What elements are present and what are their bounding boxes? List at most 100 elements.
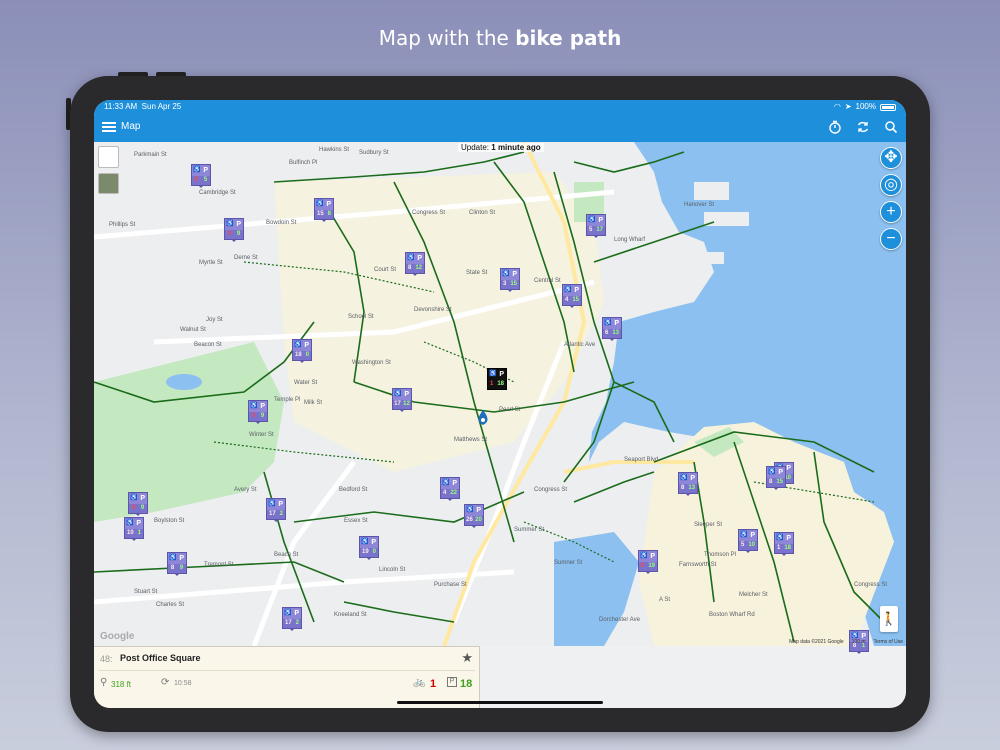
street-label: Congress St [534, 487, 568, 493]
street-label: Derne St [234, 255, 258, 261]
battery-icon [880, 103, 896, 111]
pegman-icon[interactable]: 🚶 [880, 606, 898, 632]
street-label: Washington St [352, 360, 391, 366]
app-bar: Map [94, 114, 906, 142]
street-label: A St [659, 597, 671, 603]
station-marker[interactable]: P613 [602, 317, 622, 341]
station-marker[interactable]: P315 [500, 268, 520, 292]
station-marker[interactable]: P815 [766, 466, 786, 490]
bike-icon: 🚲 [413, 677, 426, 688]
street-label: Dorchester Ave [599, 617, 640, 623]
street-label: Sleeper St [694, 522, 723, 528]
street-label: Bedford St [339, 487, 368, 493]
street-label: Matthews St [454, 437, 488, 443]
street-label: Long Wharf [614, 237, 646, 243]
search-icon[interactable] [884, 120, 898, 134]
street-label: Court St [374, 267, 397, 273]
street-label: Myrtle St [199, 260, 223, 266]
station-marker[interactable]: P517 [586, 214, 606, 238]
street-label: Congress St [412, 210, 446, 216]
street-label: Walnut St [180, 327, 206, 333]
station-marker[interactable]: P09 [224, 218, 244, 242]
parking-icon: P [447, 677, 457, 687]
street-label: Milk St [304, 400, 322, 406]
street-label: Bulfinch Pl [289, 160, 318, 166]
station-name: Post Office Square [120, 653, 201, 663]
station-marker[interactable]: P158 [314, 198, 334, 222]
app-screen: 11:33 AM Sun Apr 25 ◠ ➤ 100% Map Update:… [94, 100, 906, 708]
street-label: Boston Wharf Rd [709, 612, 755, 618]
station-marker[interactable]: P813 [678, 472, 698, 496]
headline-prefix: Map with the [378, 26, 516, 50]
street-label: Winter St [249, 432, 274, 438]
map-pin-icon: ⚲ [100, 677, 108, 688]
street-label: Sudbury St [359, 150, 389, 156]
street-label: Congress St [854, 582, 888, 588]
station-marker[interactable]: P2620 [464, 504, 484, 528]
my-location-icon[interactable]: ◎ [880, 174, 902, 196]
map-attribution: Map data ©2021 Google 100 m Terms of Use [789, 639, 903, 645]
street-label: Farnsworth St [679, 562, 717, 568]
station-marker[interactable]: P415 [562, 284, 582, 308]
station-number: 48: [100, 654, 113, 664]
menu-icon[interactable] [102, 120, 116, 134]
headline: Map with the bike path [0, 26, 1000, 50]
station-marker[interactable]: P510 [738, 529, 758, 553]
bike-layer-button[interactable] [98, 146, 119, 168]
street-label: State St [466, 270, 488, 276]
street-label: Sumner St [554, 560, 583, 566]
battery-percent: 100% [855, 102, 876, 111]
street-label: Charles St [156, 602, 185, 608]
street-label: Boylston St [154, 518, 185, 524]
station-marker[interactable]: P812 [405, 252, 425, 276]
status-time: 11:33 AM Sun Apr 25 [104, 102, 182, 111]
refresh-icon[interactable] [856, 120, 870, 134]
refresh-icon: ⟳ [161, 677, 170, 688]
station-marker[interactable]: P09 [128, 492, 148, 516]
favorite-star-icon[interactable]: ★ [461, 650, 473, 666]
station-marker[interactable]: P172 [266, 498, 286, 522]
street-label: Summer St [514, 527, 545, 533]
status-bar: 11:33 AM Sun Apr 25 ◠ ➤ 100% [94, 100, 906, 114]
street-label: Atlantic Ave [564, 342, 596, 348]
station-marker[interactable]: P101 [124, 517, 144, 541]
street-label: Melcher St [739, 592, 768, 598]
wifi-icon: ◠ [833, 102, 841, 111]
street-label: Stuart St [134, 589, 158, 595]
street-label: Temple Pl [274, 397, 301, 403]
map-base [94, 142, 906, 646]
selected-station-marker[interactable]: P 118 [487, 368, 507, 392]
zoom-out-icon[interactable]: − [880, 228, 902, 250]
station-marker[interactable]: P190 [359, 536, 379, 560]
street-label: Cambridge St [199, 190, 236, 196]
station-marker[interactable]: P422 [440, 477, 460, 501]
station-marker[interactable]: P172 [282, 607, 302, 631]
station-marker[interactable]: P1712 [392, 388, 412, 412]
timer-icon[interactable] [828, 120, 842, 134]
station-info-panel[interactable]: 48: Post Office Square ★ ⚲ 318 ft ⟳ 10:5… [94, 646, 480, 708]
street-label: Tremont St [204, 562, 234, 568]
station-marker[interactable]: P019 [638, 550, 658, 574]
station-marker[interactable]: P05 [191, 164, 211, 188]
street-label: Thomson Pl [704, 552, 737, 558]
station-marker[interactable]: P180 [292, 339, 312, 363]
street-label: Pearl St [499, 407, 521, 413]
locate-icon[interactable]: ✥ [880, 147, 902, 169]
available-docks: 18 [460, 678, 473, 690]
available-bikes: 1 [430, 678, 437, 690]
station-marker[interactable]: P89 [167, 552, 187, 576]
street-label: Bowdoin St [266, 220, 297, 226]
home-indicator[interactable] [397, 701, 603, 704]
headline-bold: bike path [515, 26, 622, 50]
street-label: Parkmain St [134, 152, 167, 158]
street-label: Phillips St [109, 222, 136, 228]
station-marker[interactable]: P09 [248, 400, 268, 424]
station-marker[interactable]: P118 [774, 532, 794, 556]
satellite-layer-button[interactable] [98, 173, 119, 194]
zoom-in-icon[interactable]: + [880, 201, 902, 223]
divider [98, 670, 475, 671]
station-updated-time: 10:58 [174, 680, 192, 687]
map-view[interactable]: Update: 1 minute ago Parkmain St Bulfinch… [94, 142, 906, 654]
street-label: Hawkins St [319, 147, 350, 153]
street-label: Devonshire St [414, 307, 452, 313]
